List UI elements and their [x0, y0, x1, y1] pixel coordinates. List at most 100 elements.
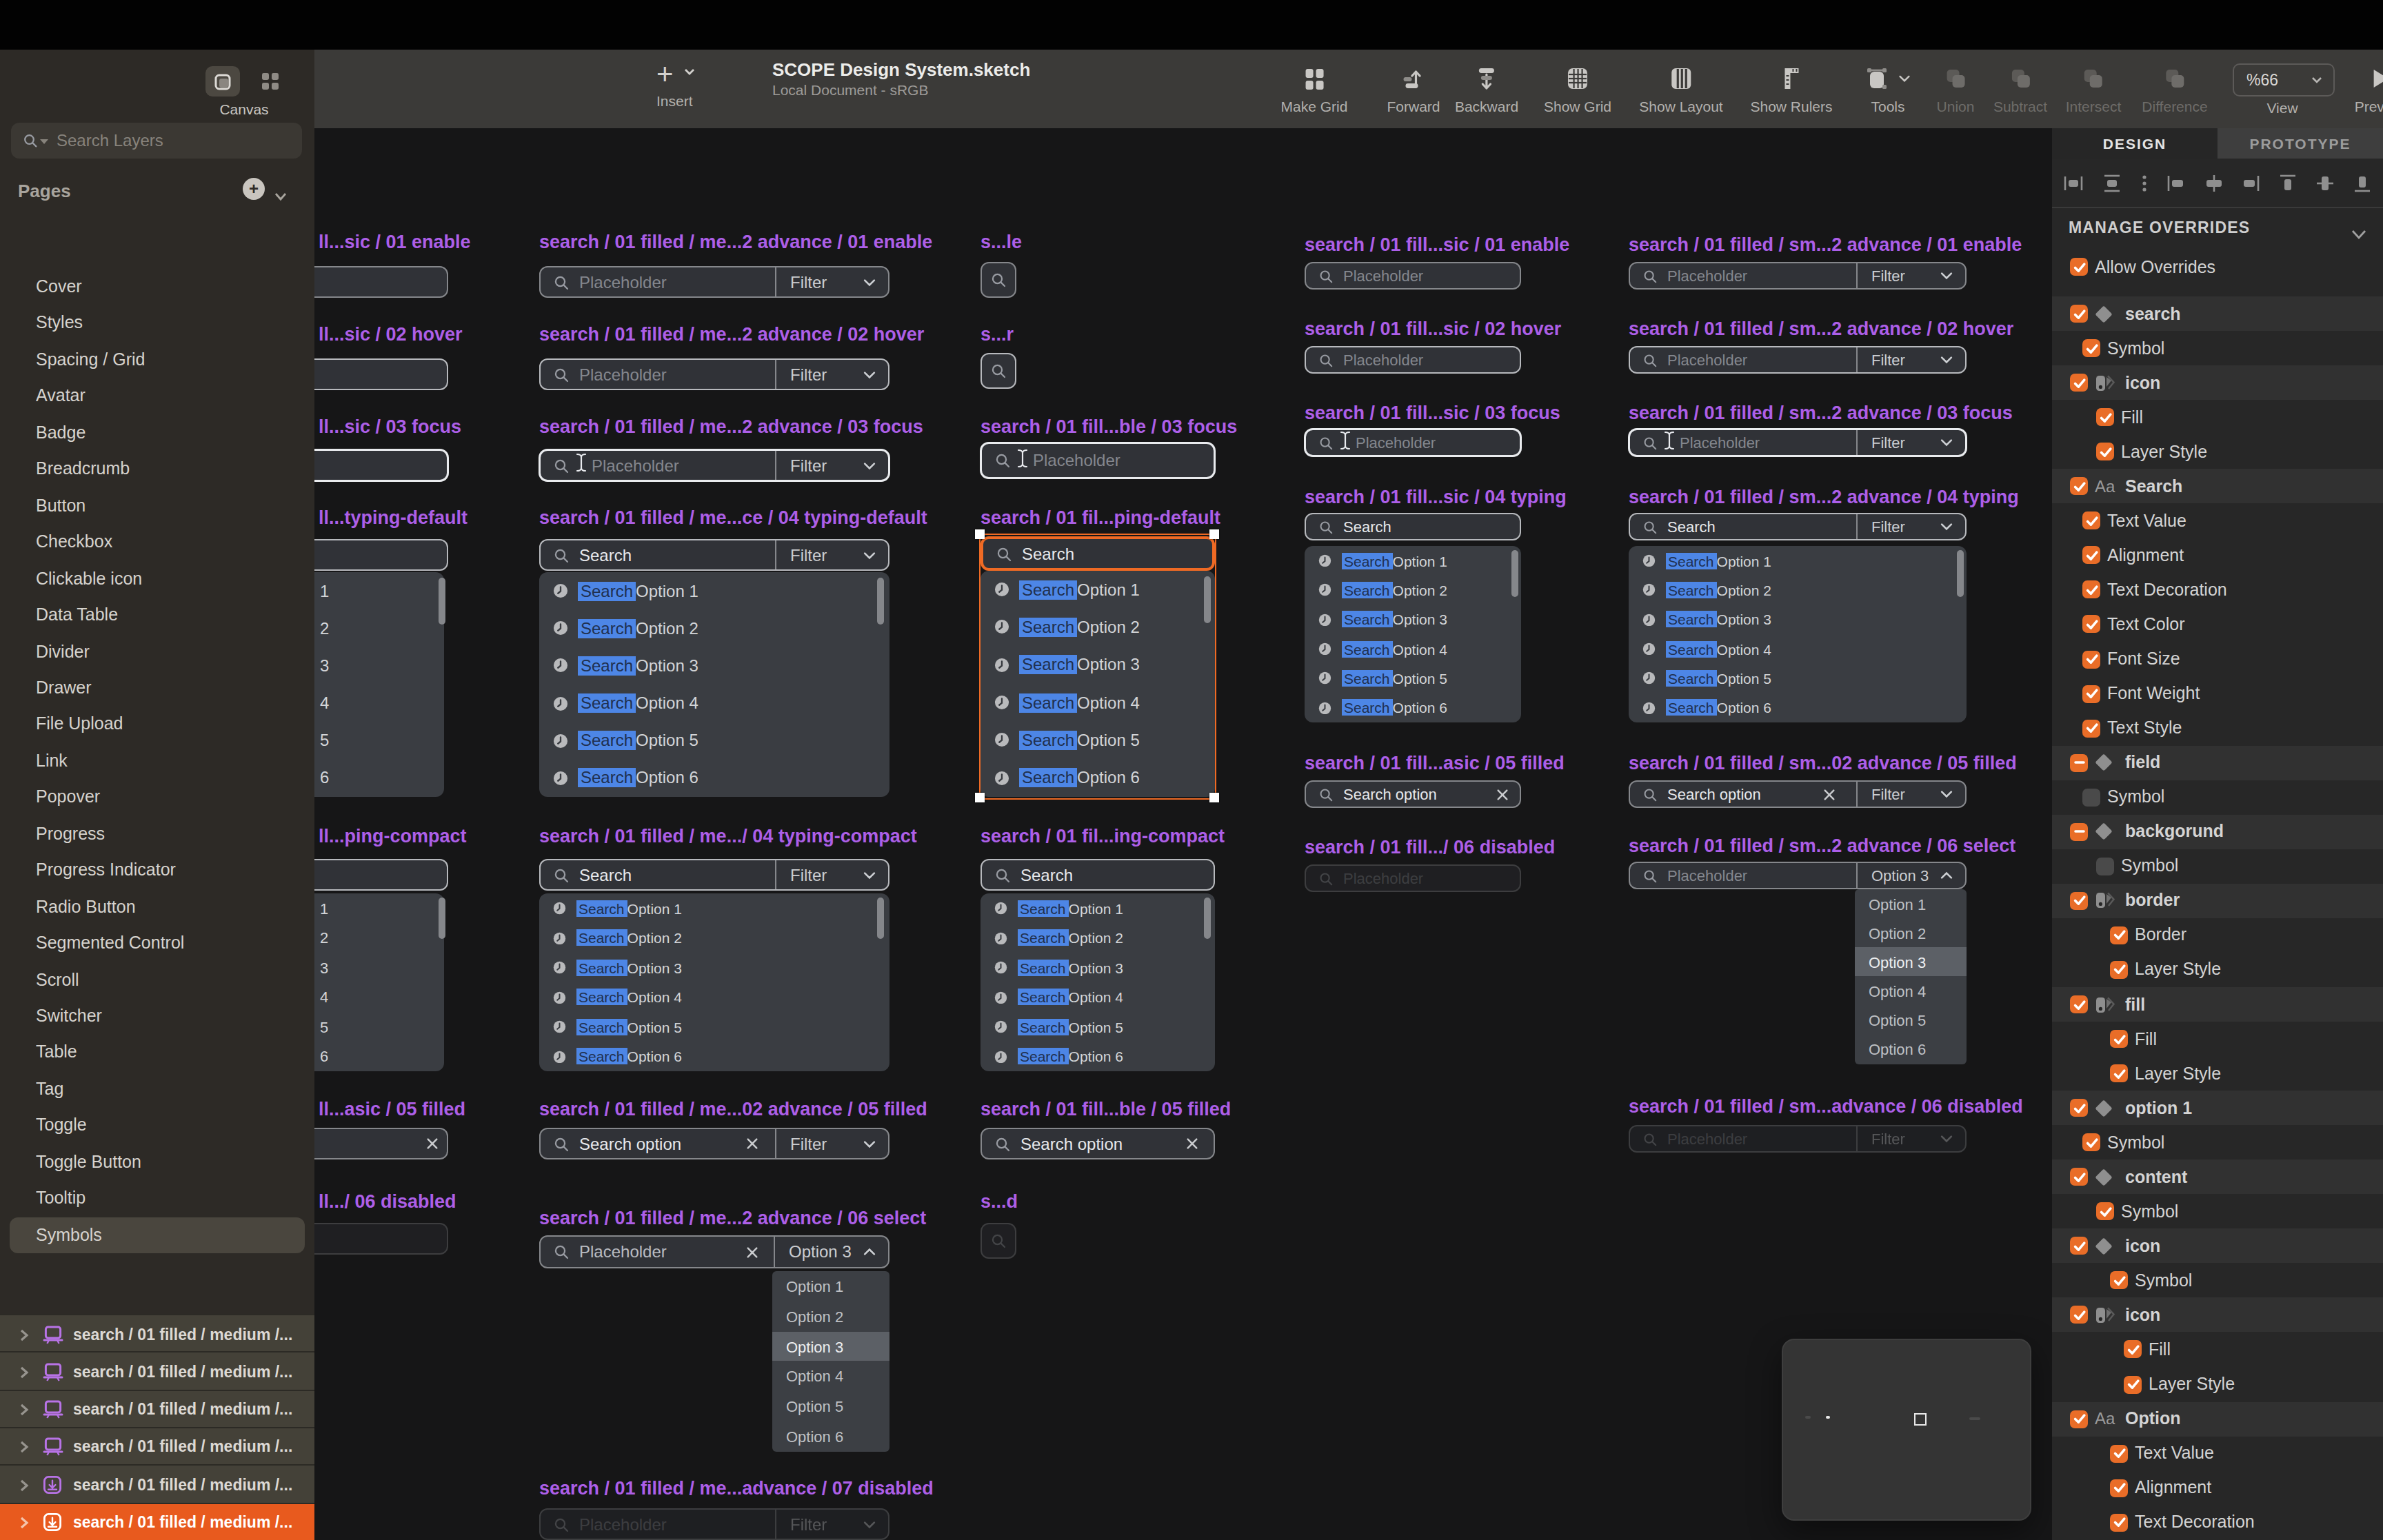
list-item[interactable]: Search Option 2 — [1305, 576, 1521, 605]
clear-icon[interactable] — [746, 1246, 758, 1258]
list-item[interactable]: 3 — [314, 647, 444, 685]
selection-handle[interactable] — [974, 792, 984, 802]
sidebar-page-breadcrumb[interactable]: Breadcrumb — [10, 452, 305, 487]
filter-dropdown[interactable]: Filter — [1856, 347, 1965, 372]
artboard-label[interactable]: search / 01 fill...sic / 01 enable — [1305, 234, 1569, 256]
artboard-label[interactable]: search / 01 filled / sm...2 advance / 02… — [1629, 318, 2013, 341]
list-item[interactable]: Search Option 4 — [539, 982, 889, 1012]
checkbox[interactable] — [2110, 961, 2128, 979]
align-center-h-icon[interactable] — [2102, 174, 2122, 193]
search-input[interactable] — [314, 266, 448, 298]
select-option[interactable]: Option 6 — [772, 1421, 889, 1452]
chevron-right-icon[interactable] — [19, 1510, 29, 1534]
search-input[interactable]: PlaceholderFilter — [1629, 1125, 1967, 1153]
filter-dropdown[interactable]: Filter — [775, 267, 888, 296]
filter-dropdown[interactable]: Filter — [775, 1510, 888, 1539]
chevron-right-icon[interactable] — [19, 1321, 29, 1346]
tab-design[interactable]: DESIGN — [2052, 128, 2218, 159]
search-input[interactable] — [314, 1128, 448, 1159]
list-item[interactable]: 3 — [314, 953, 444, 982]
show-grid-button[interactable]: Show Grid — [1544, 61, 1611, 114]
artboard-label[interactable]: ll...sic / 02 hover — [319, 324, 463, 346]
search-input[interactable]: PlaceholderFilter — [1629, 346, 1967, 374]
artboard-label[interactable]: search / 01 filled / sm...2 advance / 01… — [1629, 234, 2022, 256]
list-item[interactable]: Search Option 2 — [1629, 576, 1967, 605]
sidebar-page-segmented-control[interactable]: Segmented Control — [10, 925, 305, 961]
list-item[interactable]: Search Option 3 — [539, 953, 889, 982]
checkbox[interactable] — [2070, 305, 2088, 323]
artboard-label[interactable]: search / 01 filled / me...2 advance / 03… — [539, 416, 923, 438]
artboard-label[interactable]: search / 01 filled / sm...02 advance / 0… — [1629, 753, 2017, 775]
filter-dropdown[interactable]: Filter — [1856, 263, 1965, 288]
list-item[interactable]: Search Option 4 — [981, 982, 1215, 1012]
checkbox[interactable] — [2082, 616, 2100, 634]
list-item[interactable]: Search Option 6 — [539, 760, 889, 797]
artboard-label[interactable]: search / 01 filled / me...2 advance / 06… — [539, 1208, 926, 1230]
align-middle-icon[interactable] — [2315, 174, 2335, 193]
checkbox[interactable] — [2070, 1410, 2088, 1428]
list-item[interactable]: Search Option 1 — [539, 572, 889, 609]
sidebar-page-styles[interactable]: Styles — [10, 305, 305, 341]
show-rulers-button[interactable]: Show Rulers — [1750, 61, 1832, 114]
list-item[interactable]: 2 — [314, 923, 444, 953]
search-input[interactable]: PlaceholderFilter — [539, 449, 889, 481]
layer-row[interactable]: search / 01 filled / medium /... — [0, 1389, 314, 1428]
list-item[interactable]: 5 — [314, 1012, 444, 1042]
artboard-label[interactable]: search / 01 filled / sm...advance / 06 d… — [1629, 1096, 2023, 1118]
scrollbar-thumb[interactable] — [1957, 550, 1963, 597]
search-input[interactable]: Placeholder — [1305, 864, 1521, 892]
select-option[interactable]: Option 6 — [1855, 1035, 1967, 1064]
checkbox[interactable] — [2110, 1030, 2128, 1048]
chevron-right-icon[interactable] — [19, 1359, 29, 1384]
checkbox[interactable] — [2082, 1133, 2100, 1151]
sidebar-page-divider[interactable]: Divider — [10, 634, 305, 669]
select-option[interactable]: Option 1 — [772, 1271, 889, 1301]
filter-dropdown[interactable]: Filter — [775, 860, 888, 889]
components-view-button[interactable] — [258, 70, 283, 92]
artboard-label[interactable]: search / 01 filled / sm...2 advance / 06… — [1629, 835, 2015, 858]
search-input[interactable] — [981, 353, 1016, 389]
search-input[interactable] — [314, 449, 448, 481]
sidebar-page-badge[interactable]: Badge — [10, 415, 305, 451]
layer-row[interactable]: search / 01 filled / medium /... — [0, 1352, 314, 1390]
checkbox[interactable] — [2070, 374, 2088, 392]
checkbox[interactable] — [2070, 753, 2088, 771]
list-item[interactable]: Search Option 6 — [1629, 693, 1967, 722]
filter-dropdown[interactable]: Filter — [1856, 430, 1965, 455]
sidebar-page-spacing-grid[interactable]: Spacing / Grid — [10, 342, 305, 378]
search-input[interactable] — [314, 859, 448, 891]
list-item[interactable]: 1 — [314, 893, 444, 923]
checkbox[interactable] — [2110, 926, 2128, 944]
search-input[interactable] — [981, 1223, 1016, 1259]
artboard-label[interactable]: search / 01 fill...ble / 05 filled — [981, 1099, 1231, 1121]
layer-row[interactable]: search / 01 filled / medium /... — [0, 1464, 314, 1503]
list-item[interactable]: 1 — [314, 572, 444, 609]
sidebar-page-progress-indicator[interactable]: Progress Indicator — [10, 852, 305, 888]
list-item[interactable]: 4 — [314, 685, 444, 722]
select-option[interactable]: Option 4 — [1855, 977, 1967, 1006]
select-option[interactable]: Option 3 — [1855, 948, 1967, 977]
list-item[interactable]: Search Option 3 — [539, 647, 889, 685]
checkbox[interactable] — [2110, 1064, 2128, 1082]
chevron-right-icon[interactable] — [19, 1472, 29, 1497]
checkbox[interactable] — [2096, 858, 2114, 875]
clear-icon[interactable] — [1186, 1137, 1198, 1150]
distribute-h-icon[interactable] — [2203, 174, 2224, 193]
list-item[interactable]: Search Option 1 — [539, 893, 889, 923]
checkbox[interactable] — [2110, 1513, 2128, 1531]
align-left-edge-icon[interactable] — [2166, 174, 2185, 193]
sidebar-page-popover[interactable]: Popover — [10, 780, 305, 815]
sidebar-page-cover[interactable]: Cover — [10, 269, 305, 305]
artboard-label[interactable]: s...r — [981, 324, 1014, 346]
checkbox[interactable] — [2070, 1306, 2088, 1324]
checkbox[interactable] — [2110, 1479, 2128, 1497]
artboard-label[interactable]: search / 01 fil...ing-compact — [981, 826, 1225, 848]
list-item[interactable]: Search Option 2 — [539, 609, 889, 647]
list-item[interactable]: 6 — [314, 1042, 444, 1071]
select-option[interactable]: Option 5 — [772, 1392, 889, 1422]
list-item[interactable]: Search Option 4 — [1305, 634, 1521, 664]
add-page-button[interactable]: + — [243, 178, 265, 200]
checkbox[interactable] — [2082, 685, 2100, 702]
checkbox[interactable] — [2070, 995, 2088, 1013]
sidebar-page-tag[interactable]: Tag — [10, 1071, 305, 1107]
